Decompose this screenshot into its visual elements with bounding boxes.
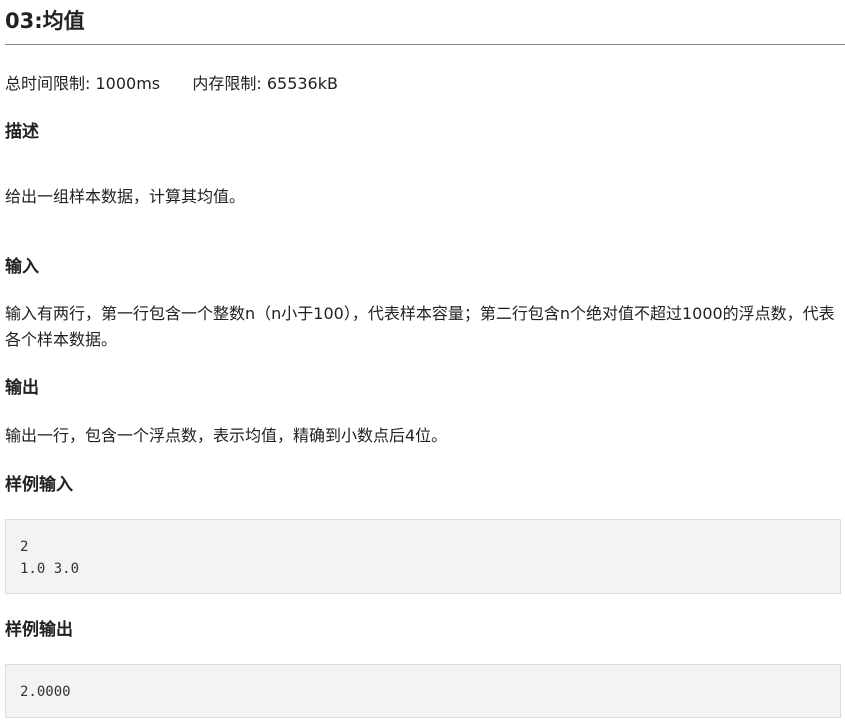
- sample-output-heading: 样例输出: [5, 620, 73, 640]
- sample-input-line: 1.0 3.0: [20, 561, 80, 577]
- sample-input-code: 2 1.0 3.0: [6, 520, 840, 580]
- title-divider: [5, 44, 845, 45]
- sample-output-box: 2.0000: [5, 664, 841, 718]
- output-text: 输出一行，包含一个浮点数，表示均值，精确到小数点后4位。: [5, 426, 448, 445]
- memory-limit-label: 内存限制:: [192, 74, 262, 93]
- sample-output-line: 2.0000: [20, 684, 71, 700]
- problem-title: 03:均值: [5, 9, 85, 33]
- sample-input-box: 2 1.0 3.0: [5, 519, 841, 594]
- problem-page: 03:均值 总时间限制: 1000ms 内存限制: 65536kB 描述 给出一…: [0, 0, 845, 722]
- time-limit-value: 1000ms: [95, 74, 161, 93]
- sample-output-code: 2.0000: [6, 665, 840, 703]
- memory-limit-value: 65536kB: [266, 74, 338, 93]
- input-text: 输入有两行，第一行包含一个整数n（n小于100），代表样本容量；第二行包含n个绝…: [5, 304, 835, 349]
- description-text: 给出一组样本数据，计算其均值。: [5, 187, 246, 206]
- time-limit-label: 总时间限制:: [5, 74, 91, 93]
- output-heading: 输出: [5, 378, 39, 398]
- input-heading: 输入: [5, 257, 39, 277]
- limits-line: 总时间限制: 1000ms 内存限制: 65536kB: [5, 72, 338, 96]
- sample-input-line: 2: [20, 539, 29, 555]
- description-heading: 描述: [5, 122, 39, 142]
- sample-input-heading: 样例输入: [5, 475, 73, 495]
